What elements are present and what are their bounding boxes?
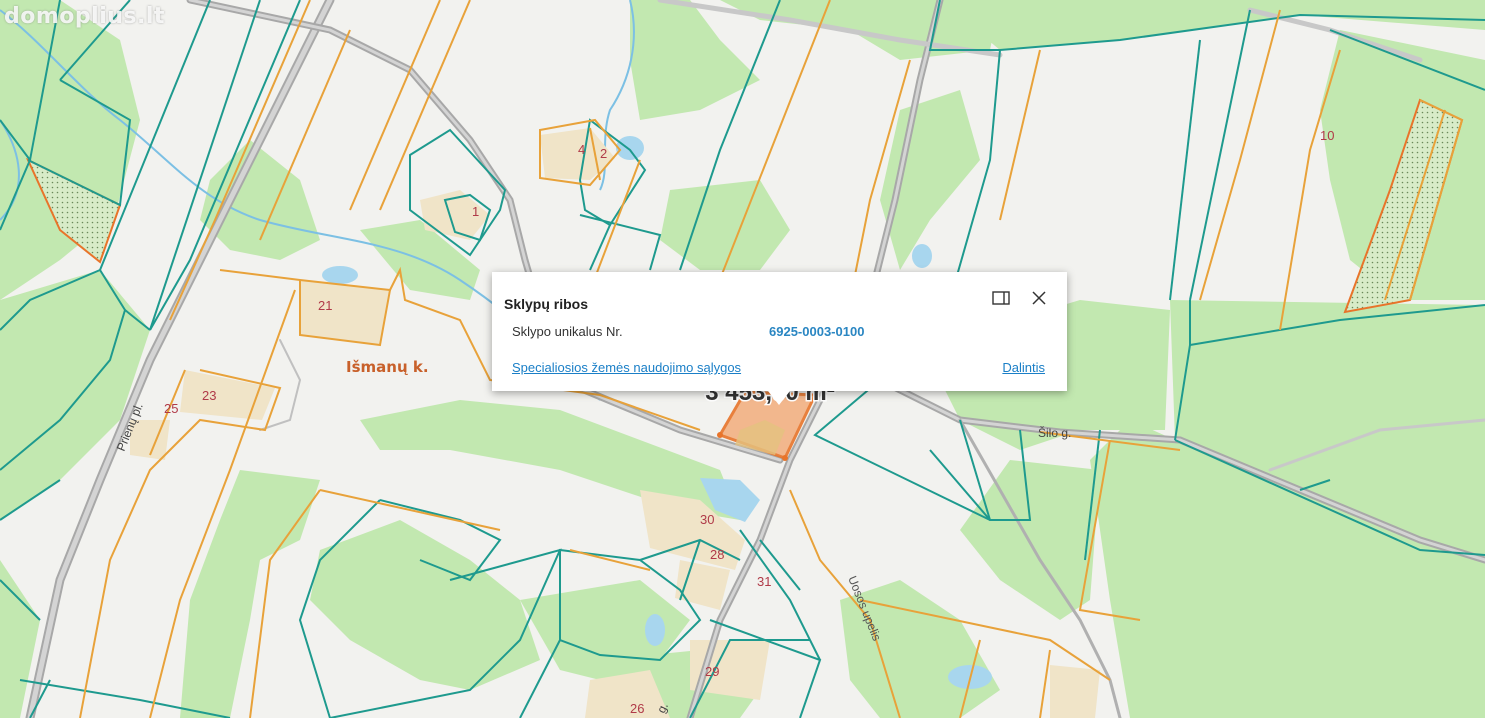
house-number-31: 31 [757,574,771,589]
house-number-25: 25 [164,401,178,416]
house-number-4: 4 [578,142,585,157]
parcel-id-label: Sklypo unikalus Nr. [512,324,623,339]
village-label: Išmanų k. [346,358,429,376]
parcel-id-value: 6925-0003-0100 [769,324,865,339]
dock-side-icon[interactable] [991,288,1011,308]
house-number-23: 23 [202,388,216,403]
watermark-logo: domoplius.lt [4,4,165,29]
house-number-21: 21 [318,298,332,313]
popup-title: Sklypų ribos [504,296,589,312]
close-icon[interactable] [1029,288,1049,308]
house-number-28: 28 [710,547,724,562]
house-number-30: 30 [700,512,714,527]
house-number-1: 1 [472,204,479,219]
share-link[interactable]: Dalintis [1002,360,1045,375]
special-conditions-link[interactable]: Specialiosios žemės naudojimo sąlygos [512,360,741,375]
house-number-10: 10 [1320,128,1334,143]
road-label-silo: Šilo g. [1038,425,1071,440]
house-number-2: 2 [600,146,607,161]
house-number-29: 29 [705,664,719,679]
parcel-info-popup: Sklypų ribos Sklypo unikalus Nr. 6925-00… [492,272,1067,405]
house-number-26: 26 [630,701,644,716]
